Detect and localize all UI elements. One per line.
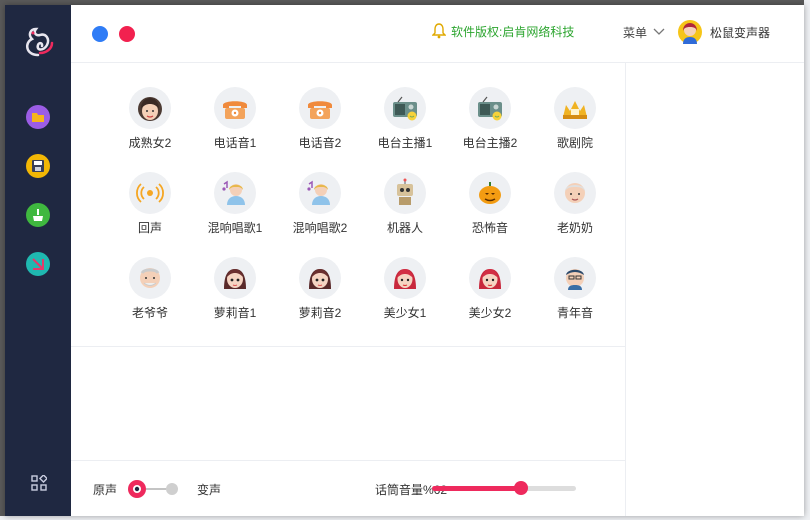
pumpkin-icon xyxy=(469,172,511,214)
grid-icon[interactable] xyxy=(31,475,47,491)
save-icon xyxy=(32,160,44,172)
robot-icon xyxy=(384,172,426,214)
effect-label: 歌剧院 xyxy=(556,136,593,150)
pretty-girl-icon xyxy=(469,257,511,299)
user-profile[interactable]: 松鼠变声器 xyxy=(678,20,770,44)
copyright-notice: 软件版权:启肯网络科技 xyxy=(432,21,574,41)
sidebar-item-folder[interactable] xyxy=(26,105,50,129)
sidebar-item-clean[interactable] xyxy=(26,203,50,227)
effect-item[interactable]: 混响唱歌1 xyxy=(195,172,275,248)
menu-label: 菜单 xyxy=(623,25,648,40)
effect-item[interactable]: 回声 xyxy=(110,172,190,248)
singer-icon xyxy=(299,172,341,214)
mic-volume-slider[interactable] xyxy=(432,481,576,495)
right-panel xyxy=(625,62,804,516)
changed-voice-label: 变声 xyxy=(197,483,222,497)
effect-item[interactable]: 混响唱歌2 xyxy=(280,172,360,248)
effect-label: 萝莉音1 xyxy=(213,306,257,320)
copyright-text: 软件版权:启肯网络科技 xyxy=(451,24,575,39)
radio-icon xyxy=(469,87,511,129)
menu-dropdown[interactable]: 菜单 xyxy=(623,22,665,42)
effect-label: 青年音 xyxy=(556,306,593,320)
effect-label: 电台主播2 xyxy=(462,136,518,150)
squirrel-logo-icon xyxy=(25,27,54,57)
effect-label: 成熟女2 xyxy=(128,136,172,150)
telephone-icon xyxy=(214,87,256,129)
effect-item[interactable]: 歌剧院 xyxy=(535,87,615,163)
pretty-girl-icon xyxy=(384,257,426,299)
close-dot-button[interactable] xyxy=(119,26,135,42)
effect-item[interactable]: 萝莉音2 xyxy=(280,257,360,333)
bell-icon xyxy=(432,23,446,39)
effect-label: 美少女1 xyxy=(383,306,427,320)
effect-label: 恐怖音 xyxy=(471,221,508,235)
user-name: 松鼠变声器 xyxy=(710,25,771,40)
effect-item[interactable]: 美少女1 xyxy=(365,257,445,333)
titlebar: 软件版权:启肯网络科技 菜单 松鼠变声器 xyxy=(71,5,804,63)
effect-item[interactable]: 青年音 xyxy=(535,257,615,333)
effect-item[interactable]: 恐怖音 xyxy=(450,172,530,248)
sidebar-item-map[interactable] xyxy=(26,252,50,276)
effect-label: 老爷爷 xyxy=(131,306,168,320)
sidebar xyxy=(5,5,71,516)
voice-effects-grid: 成熟女2 电话音1 电话音2 电台主播1 电台主播2 歌剧院回声 混响唱歌1 混响唱歌2 机器人… xyxy=(71,62,625,347)
effect-label: 电话音1 xyxy=(213,136,257,150)
effect-label: 萝莉音2 xyxy=(298,306,342,320)
voice-mode-toggle[interactable] xyxy=(125,479,179,499)
effect-item[interactable]: 成熟女2 xyxy=(110,87,190,163)
effect-item[interactable]: 老奶奶 xyxy=(535,172,615,248)
effect-label: 电话音2 xyxy=(298,136,342,150)
toggle-graphic xyxy=(128,480,178,498)
effect-item[interactable]: 电话音2 xyxy=(280,87,360,163)
mic-volume-knob[interactable] xyxy=(514,481,529,495)
girl-icon xyxy=(299,257,341,299)
woman-face-icon xyxy=(129,87,171,129)
original-voice-label: 原声 xyxy=(93,483,118,497)
effect-label: 混响唱歌1 xyxy=(207,221,263,235)
young-man-icon xyxy=(554,257,596,299)
effect-label: 电台主播1 xyxy=(377,136,433,150)
avatar xyxy=(678,20,702,44)
singer-icon xyxy=(214,172,256,214)
grandma-icon xyxy=(554,172,596,214)
mic-volume-fill xyxy=(432,486,522,491)
effect-label: 老奶奶 xyxy=(556,221,593,235)
effect-item[interactable]: 机器人 xyxy=(365,172,445,248)
effect-item[interactable]: 电台主播2 xyxy=(450,87,530,163)
effect-label: 混响唱歌2 xyxy=(292,221,348,235)
sidebar-item-save[interactable] xyxy=(26,154,50,178)
chevron-down-icon xyxy=(653,28,665,35)
effect-label: 机器人 xyxy=(386,221,423,235)
echo-icon xyxy=(129,172,171,214)
effect-item[interactable]: 电话音1 xyxy=(195,87,275,163)
map-icon xyxy=(32,258,44,270)
broom-icon xyxy=(33,209,43,221)
bottom-bar: 原声 变声 话筒音量%62 xyxy=(71,460,625,516)
effect-item[interactable]: 电台主播1 xyxy=(365,87,445,163)
telephone-icon xyxy=(299,87,341,129)
folder-icon xyxy=(32,113,44,122)
girl-icon xyxy=(214,257,256,299)
grandpa-icon xyxy=(129,257,171,299)
radio-icon xyxy=(384,87,426,129)
effect-item[interactable]: 美少女2 xyxy=(450,257,530,333)
effect-item[interactable]: 老爷爷 xyxy=(110,257,190,333)
background-right-strip xyxy=(804,0,810,520)
app-window: 软件版权:启肯网络科技 菜单 松鼠变声器 成熟女2 电话音1 电话音2 电台主播1 电台… xyxy=(5,5,804,516)
blue-dot-button[interactable] xyxy=(92,26,108,42)
effect-item[interactable]: 萝莉音1 xyxy=(195,257,275,333)
effect-label: 回声 xyxy=(137,221,162,235)
effect-label: 美少女2 xyxy=(468,306,512,320)
background-bottom-strip xyxy=(0,516,810,520)
opera-house-icon xyxy=(554,87,596,129)
